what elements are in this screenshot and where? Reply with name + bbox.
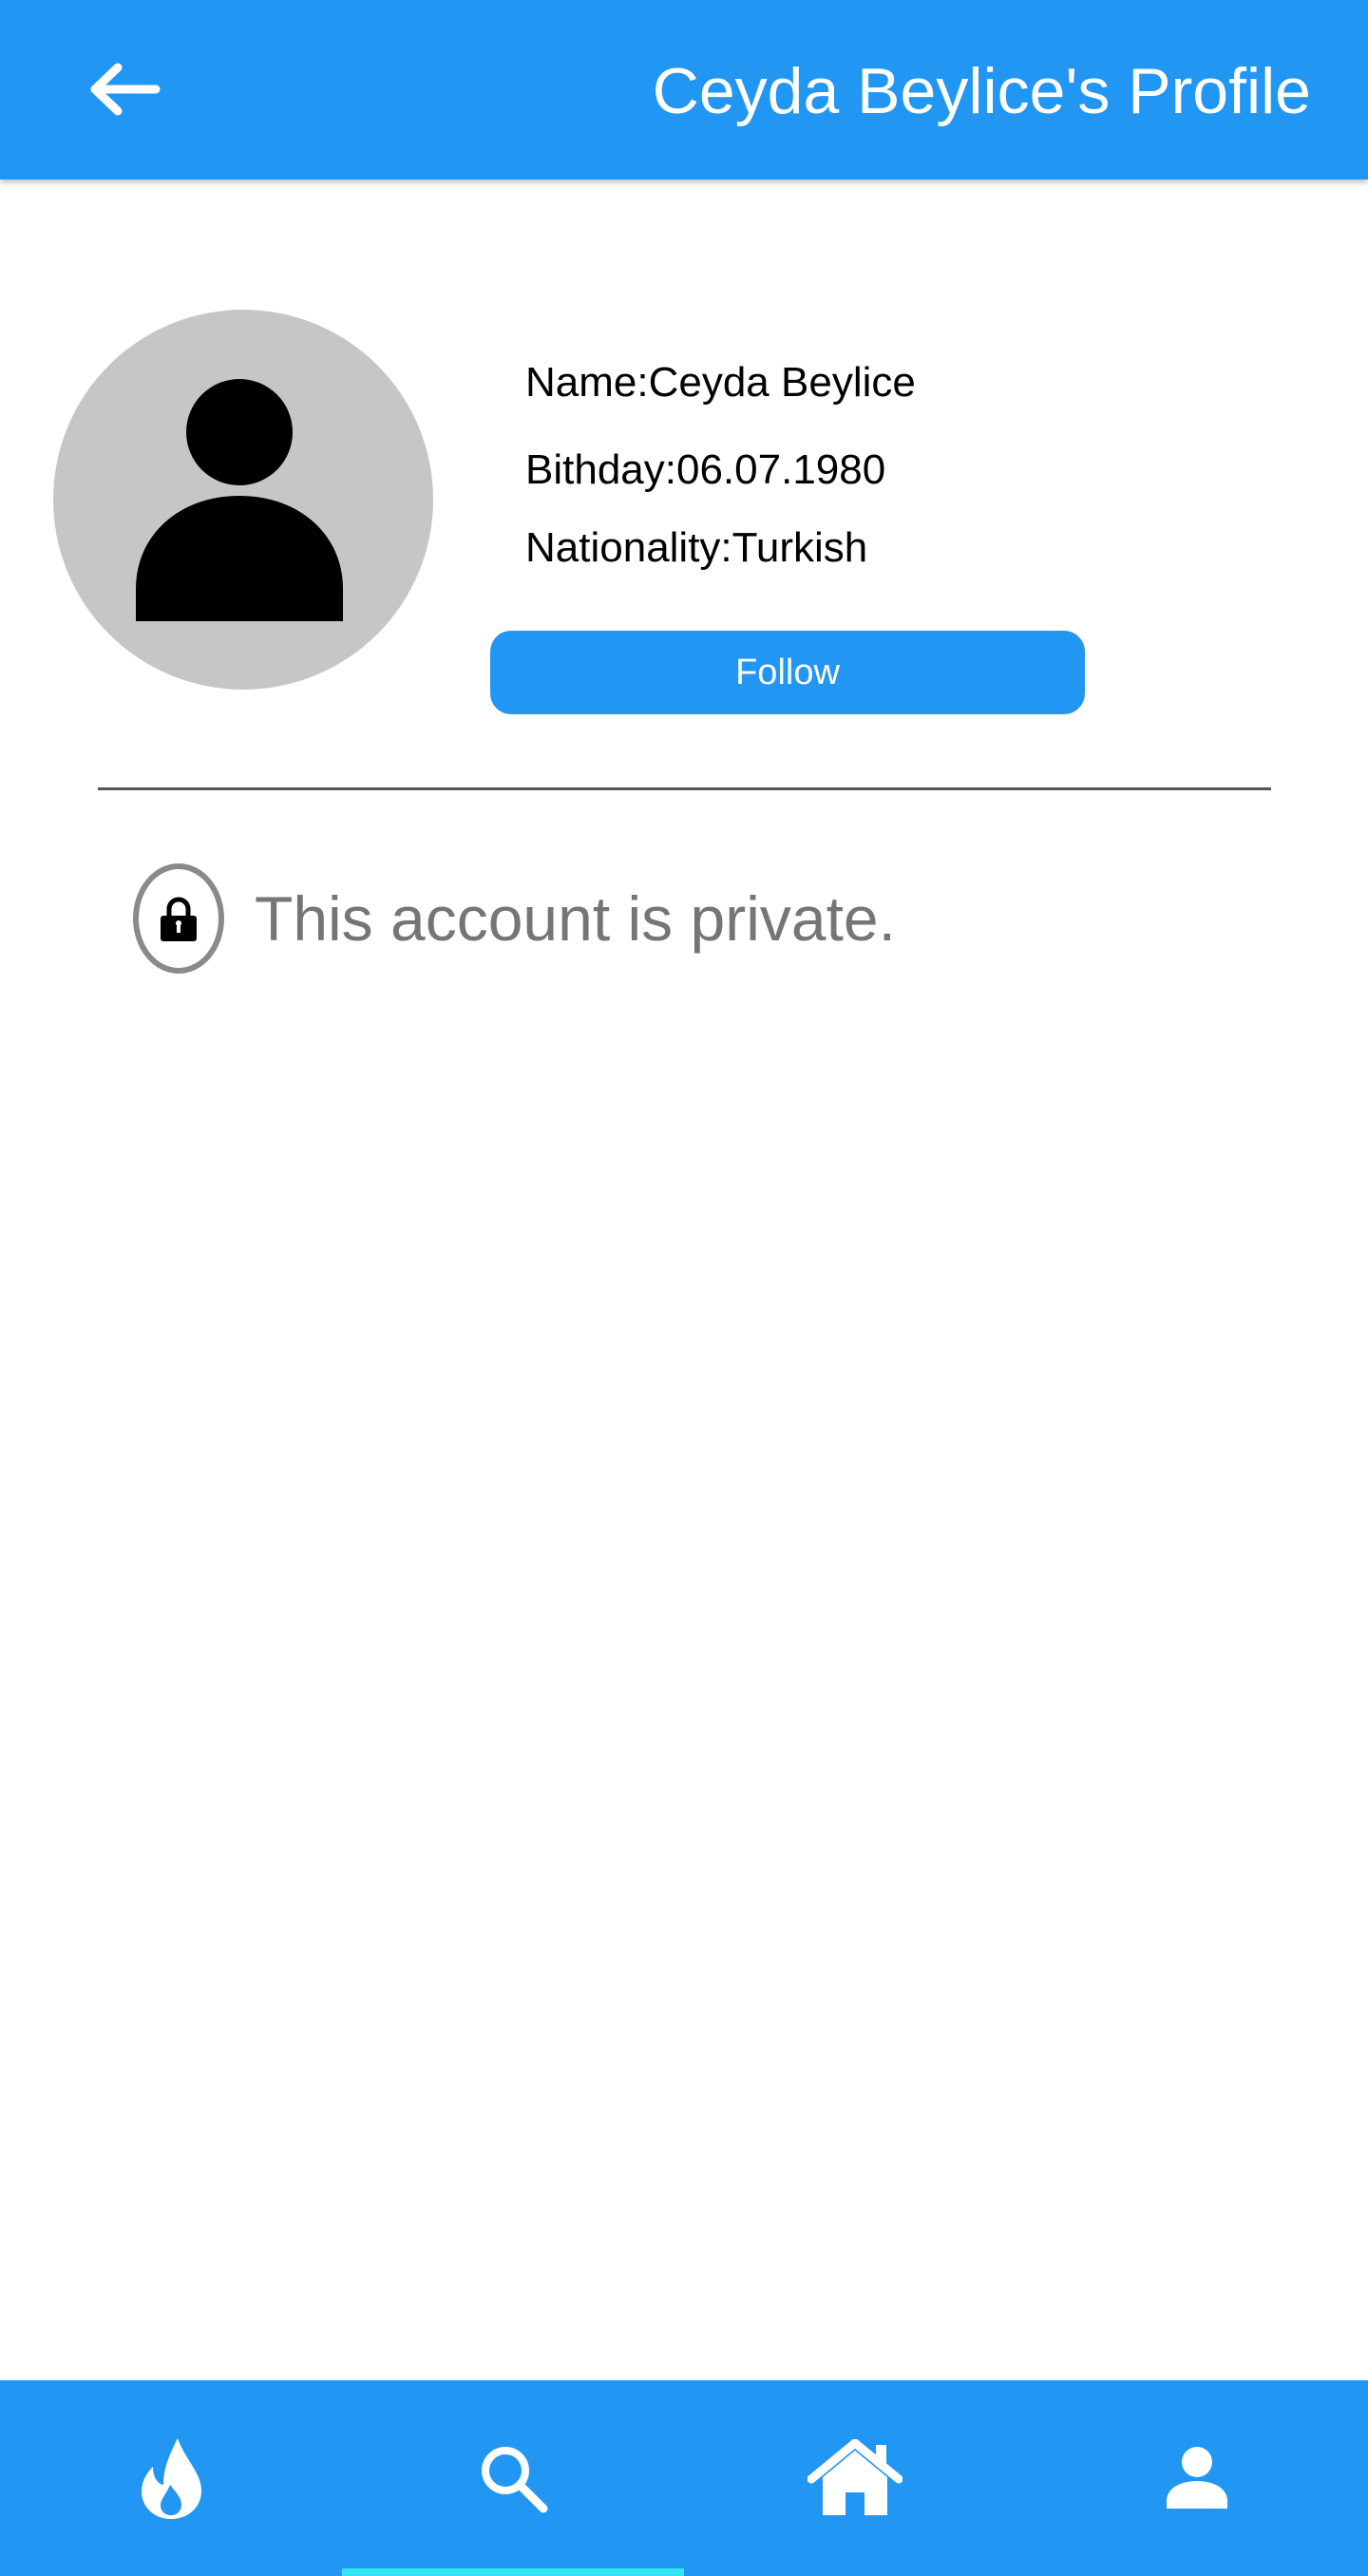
person-icon [1167,2447,1227,2509]
private-message: This account is private. [255,883,896,954]
profile-birthday: Bithday:06.07.1980 [525,446,886,493]
bottom-navigation [0,2380,1368,2576]
page-title: Ceyda Beylice's Profile [652,55,1311,127]
private-account-notice: This account is private. [133,862,896,975]
lock-icon [161,897,197,941]
nav-item-search[interactable] [342,2380,684,2576]
divider [98,787,1271,790]
profile-name: Name:Ceyda Beylice [525,359,916,406]
nav-item-trending[interactable] [0,2380,342,2576]
app-bar: Ceyda Beylice's Profile [0,0,1368,180]
follow-button[interactable]: Follow [490,631,1085,714]
nav-item-home[interactable] [684,2380,1026,2576]
selected-tab-indicator [342,2568,684,2576]
flame-icon [142,2438,202,2519]
search-icon [482,2447,548,2513]
lock-badge [133,863,224,974]
profile-nationality: Nationality:Turkish [525,524,868,571]
back-button[interactable] [68,44,182,135]
nav-item-profile[interactable] [1026,2380,1368,2576]
arrow-left-icon [90,63,161,116]
home-icon [808,2439,902,2515]
avatar [53,310,433,690]
person-icon [136,379,343,621]
